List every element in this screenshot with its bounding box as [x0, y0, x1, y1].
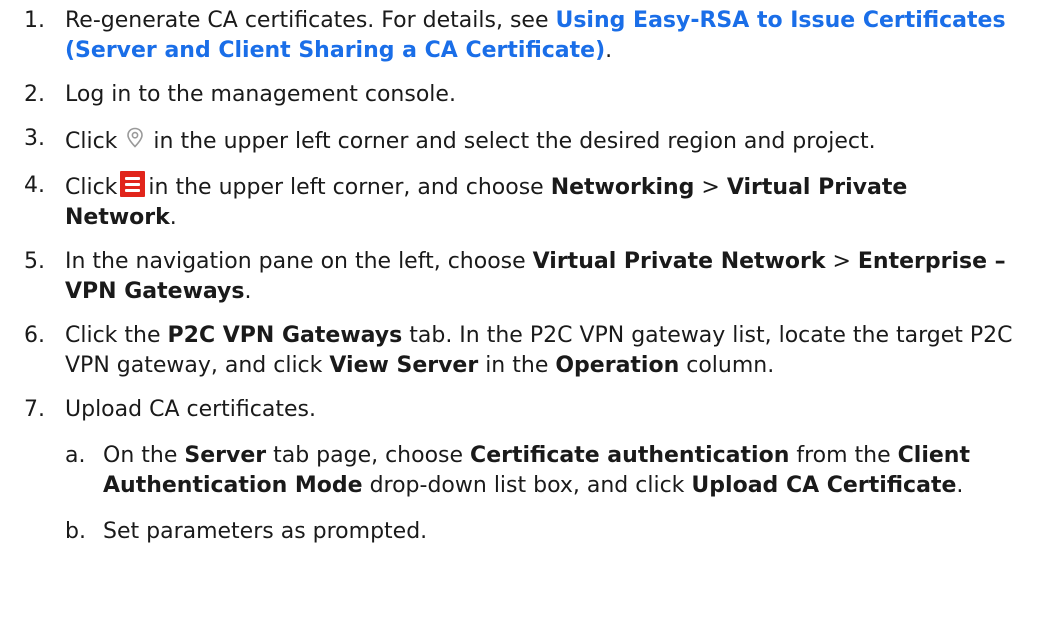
step-text: Click the P2C VPN Gateways tab. In the P…	[65, 321, 1023, 381]
step-text-part: from the	[789, 443, 898, 468]
step-7: 7. Upload CA certificates. a. On the Ser…	[24, 395, 1023, 561]
step-6: 6. Click the P2C VPN Gateways tab. In th…	[24, 321, 1023, 381]
step-text-part: .	[244, 279, 252, 304]
step-text-part: >	[825, 249, 858, 274]
location-pin-icon	[127, 127, 144, 148]
substep-text: On the Server tab page, choose Certifica…	[103, 441, 1023, 501]
step-text: Upload CA certificates.	[65, 397, 316, 422]
step-2: 2. Log in to the management console.	[24, 80, 1023, 110]
step-text-part: Click the	[65, 323, 168, 348]
step-text: Re-generate CA certificates. For details…	[65, 6, 1023, 66]
step-text-part: Click	[65, 175, 118, 200]
step-text-part: On the	[103, 443, 185, 468]
step-number: 3.	[24, 126, 45, 151]
step-text: Click in the upper left corner and select…	[65, 124, 1023, 157]
step-text-part: In the navigation pane on the left, choo…	[65, 249, 533, 274]
substep-b: b. Set parameters as prompted.	[65, 517, 1023, 547]
step-number: 2.	[24, 82, 45, 107]
step-text: Log in to the management console.	[65, 82, 456, 107]
menu-path-networking: Networking	[550, 175, 695, 200]
step-text-part: .	[605, 38, 613, 63]
step-text: Click in the upper left corner, and choos…	[65, 171, 1023, 233]
step-text-part: drop-down list box, and click	[362, 473, 692, 498]
step-text-part: tab page, choose	[266, 443, 471, 468]
tab-name-p2c: P2C VPN Gateways	[167, 323, 403, 348]
action-upload-ca-cert: Upload CA Certificate	[691, 473, 957, 498]
option-certificate-auth: Certificate authentication	[470, 443, 790, 468]
step-text-part: Re-generate CA certificates. For details…	[65, 8, 556, 33]
step-number: 6.	[24, 323, 45, 348]
step-number: 4.	[24, 173, 45, 198]
menu-icon	[120, 171, 146, 197]
procedure-document: 1. Re-generate CA certificates. For deta…	[0, 0, 1039, 561]
substep-number: b.	[65, 519, 86, 544]
step-content: Upload CA certificates. a. On the Server…	[65, 395, 1023, 561]
substep-text: Set parameters as prompted.	[103, 519, 428, 544]
step-text: In the navigation pane on the left, choo…	[65, 247, 1023, 307]
step-text-part: >	[694, 175, 727, 200]
step-number: 5.	[24, 249, 45, 274]
substep-number: a.	[65, 443, 86, 468]
step-text-part: in the upper left corner, and choose	[148, 175, 551, 200]
column-operation: Operation	[555, 353, 680, 378]
step-number: 7.	[24, 397, 45, 422]
action-view-server: View Server	[329, 353, 479, 378]
tab-name-server: Server	[184, 443, 267, 468]
nav-path-vpn: Virtual Private Network	[532, 249, 826, 274]
step-text-part: in the upper left corner and select the …	[153, 129, 876, 154]
step-number: 1.	[24, 8, 45, 33]
step-text-part: .	[956, 473, 964, 498]
substep-a: a. On the Server tab page, choose Certif…	[65, 441, 1023, 501]
step-3: 3. Click in the upper left corner and sel…	[24, 124, 1023, 157]
step-text-part: column.	[679, 353, 775, 378]
step-text-part: in the	[478, 353, 556, 378]
step-4: 4. Click in the upper left corner, and ch…	[24, 171, 1023, 233]
step-text-part: Click	[65, 129, 118, 154]
step-5: 5. In the navigation pane on the left, c…	[24, 247, 1023, 307]
step-text-part: .	[169, 205, 177, 230]
step-1: 1. Re-generate CA certificates. For deta…	[24, 6, 1023, 66]
